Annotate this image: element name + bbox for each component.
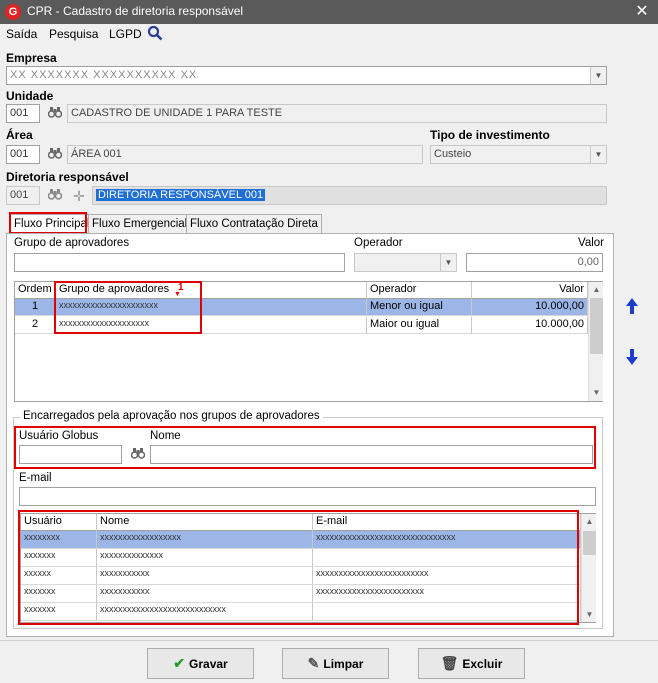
scroll-thumb[interactable] [590,298,603,354]
empresa-combo[interactable]: XX XXXXXXX XXXXXXXXXX XX ▼ [6,66,607,85]
move-up-icon[interactable] [624,298,640,317]
highlight-box [54,281,202,334]
excluir-label: Excluir [462,657,503,671]
unidade-code-input[interactable]: 001 [6,104,40,123]
col-valor[interactable]: Valor [472,282,588,299]
gravar-label: Gravar [189,657,228,671]
excluir-button[interactable]: 🗑 Excluir [418,648,525,679]
unidade-label: Unidade [6,89,54,103]
limpar-label: Limpar [323,657,364,671]
chevron-down-icon[interactable]: ▼ [590,146,606,163]
chevron-down-icon[interactable]: ▼ [440,254,456,271]
menu-pesquisa[interactable]: Pesquisa [49,27,98,41]
encarregados-group-label: Encarregados pela aprovação nos grupos d… [20,410,323,422]
binoculars-icon[interactable] [47,188,63,204]
area-label: Área [6,128,33,142]
tipo-investimento-label: Tipo de investimento [430,128,550,142]
col-ordem[interactable]: Ordem [15,282,56,299]
eraser-icon: ✎ [307,655,320,671]
menu-saida[interactable]: Saída [6,27,37,41]
diretoria-label: Diretoria responsável [6,170,129,184]
add-icon[interactable]: ✛ [71,188,87,204]
chevron-down-icon[interactable]: ▼ [589,388,604,397]
highlight-box [14,426,596,469]
area-code-input[interactable]: 001 [6,145,40,164]
chevron-down-icon[interactable]: ▼ [582,610,597,619]
unidade-name-field: CADASTRO DE UNIDADE 1 PARA TESTE [67,104,607,123]
title-bar: G CPR - Cadastro de diretoria responsáve… [0,0,658,24]
binoculars-icon[interactable] [47,106,63,122]
grupos-scrollbar[interactable]: ▲ ▼ [588,282,603,401]
checkmark-icon: ✔ [173,655,186,671]
diretoria-name-field: DIRETORIA RESPONSÁVEL 001 [92,186,607,205]
cell-valor: 10.000,00 [472,317,588,334]
limpar-button[interactable]: ✎ Limpar [282,648,389,679]
menu-lgpd[interactable]: LGPD [109,27,142,41]
tab-fluxo-emergencial[interactable]: Fluxo Emergencial [88,214,192,234]
app-logo-icon: G [5,4,21,20]
diretoria-code-field: 001 [6,186,40,205]
close-icon[interactable]: ✕ [630,1,654,23]
gravar-button[interactable]: ✔ Gravar [147,648,254,679]
operador-filter-combo[interactable]: ▼ [354,253,457,272]
empresa-value: XX XXXXXXX XXXXXXXXXX XX [10,69,198,81]
cell-valor: 10.000,00 [472,299,588,316]
cell-ordem: 1 [15,299,56,316]
binoculars-icon[interactable] [47,147,63,163]
area-name-field: ÁREA 001 [67,145,423,164]
valor-filter-label: Valor [578,237,604,249]
cell-operador: Maior ou igual [367,317,472,334]
cell-ordem: 2 [15,317,56,334]
grupo-filter-input[interactable] [14,253,345,272]
highlight-box [18,510,579,625]
menu-bar: Saída Pesquisa LGPD [0,24,658,44]
grupo-filter-label: Grupo de aprovadores [14,237,130,249]
tipo-investimento-combo[interactable]: Custeio ▼ [430,145,607,164]
tab-fluxo-contratacao-direta[interactable]: Fluxo Contratação Direta [186,214,322,234]
trash-icon: 🗑 [440,655,459,671]
cell-operador: Menor ou igual [367,299,472,316]
chevron-up-icon[interactable]: ▲ [589,285,604,294]
search-icon[interactable] [147,25,163,41]
window-title: CPR - Cadastro de diretoria responsável [27,4,244,18]
highlight-box [9,212,87,234]
move-down-icon[interactable] [624,349,640,368]
chevron-up-icon[interactable]: ▲ [582,517,597,526]
col-operador[interactable]: Operador [367,282,472,299]
email-input[interactable] [19,487,596,506]
chevron-down-icon[interactable]: ▼ [590,67,606,84]
encarregados-scrollbar[interactable]: ▲ ▼ [581,514,596,622]
scroll-thumb[interactable] [583,531,596,555]
operador-filter-label: Operador [354,237,403,249]
valor-filter-input[interactable]: 0,00 [466,253,603,272]
empresa-label: Empresa [6,51,57,65]
tipo-investimento-value: Custeio [434,148,472,160]
email-label: E-mail [19,472,52,484]
diretoria-name-text: DIRETORIA RESPONSÁVEL 001 [96,189,266,201]
